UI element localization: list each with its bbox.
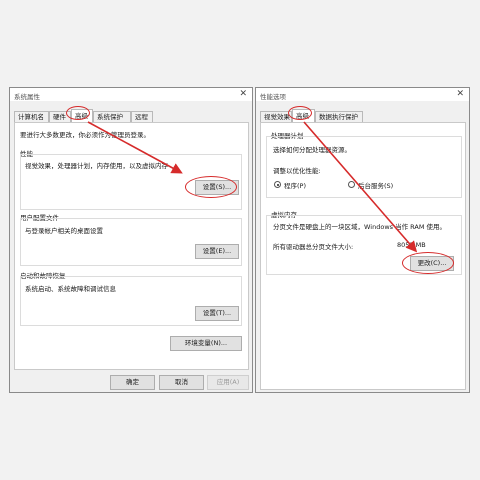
arrow-tab-to-change xyxy=(303,121,418,253)
arrow-tab-to-settings xyxy=(87,121,183,174)
annotation-arrows xyxy=(87,121,418,253)
